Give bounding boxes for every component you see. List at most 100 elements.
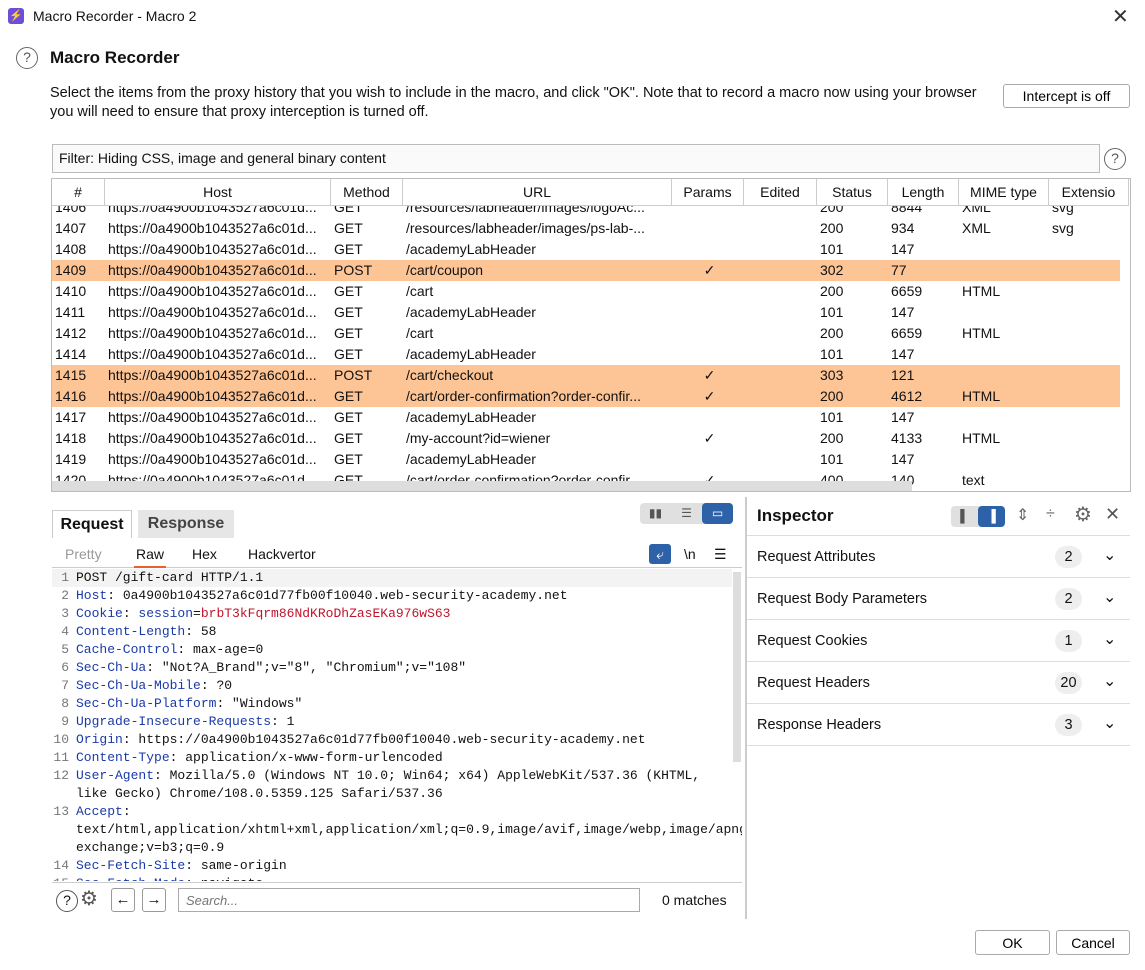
table-row[interactable]: 1414 https://0a4900b1043527a6c01d... GET/a… [52, 344, 1120, 365]
tab-response[interactable]: Response [138, 510, 234, 538]
expand-all-icon[interactable]: ⇕ [1016, 505, 1029, 525]
previous-match-button[interactable]: ← [111, 888, 135, 912]
single-pane-icon[interactable]: ▭ [702, 503, 733, 524]
column-header-number[interactable]: # [52, 179, 105, 206]
section-label: Request Cookies [757, 633, 868, 649]
page-title: Macro Recorder [50, 48, 180, 67]
header-name: Content-Length [76, 624, 186, 639]
proxy-history-table: # Host Method URL Params Edited Status Length MI… [51, 178, 1131, 492]
column-header-extension[interactable]: Extensio [1049, 179, 1129, 206]
cell-host: https://0a4900b1043527a6c01d... [108, 262, 317, 278]
horizontal-scrollbar[interactable] [52, 481, 912, 491]
menu-icon[interactable]: ☰ [714, 546, 727, 563]
inspector-section[interactable]: Request Cookies 1 ⌄ [747, 620, 1130, 662]
table-row[interactable]: 1411 https://0a4900b1043527a6c01d... GET/a… [52, 302, 1120, 323]
cell-number: 1412 [55, 325, 87, 341]
collapse-all-icon[interactable]: ÷ [1046, 505, 1055, 523]
cell-extension: svg [1052, 220, 1074, 236]
editor-scrollbar[interactable] [733, 572, 741, 762]
table-row[interactable]: 1417 https://0a4900b1043527a6c01d... GET/a… [52, 407, 1120, 428]
next-match-button[interactable]: → [142, 888, 166, 912]
layout-toggle: ▮▮ ☰ ▭ [640, 503, 733, 524]
dock-right-icon[interactable]: ▐ [978, 506, 1005, 527]
split-horizontal-icon[interactable]: ▮▮ [640, 503, 671, 524]
count-badge: 2 [1055, 546, 1082, 568]
column-header-host[interactable]: Host [105, 179, 331, 206]
cell-url: /academyLabHeader [406, 241, 536, 257]
cell-method: GET [334, 241, 363, 257]
cell-method: GET [334, 346, 363, 362]
header-name: Sec-Fetch-Site [76, 858, 186, 873]
line-number: 10 [53, 732, 69, 747]
table-row[interactable]: 1416 https://0a4900b1043527a6c01d... GET/c… [52, 386, 1120, 407]
count-badge: 1 [1055, 630, 1082, 652]
tab-hex[interactable]: Hex [192, 546, 217, 562]
column-header-length[interactable]: Length [888, 179, 959, 206]
tab-request[interactable]: Request [52, 510, 132, 538]
column-header-edited[interactable]: Edited [744, 179, 817, 206]
close-icon[interactable]: ✕ [1105, 504, 1120, 525]
header-value: "Windows" [232, 696, 303, 711]
chevron-down-icon[interactable]: ⌄ [1103, 545, 1116, 565]
cell-url: /academyLabHeader [406, 451, 536, 467]
chevron-down-icon[interactable]: ⌄ [1103, 587, 1116, 607]
editor-line: 5 Cache-Control: max-age=0 [52, 641, 732, 659]
column-header-method[interactable]: Method [331, 179, 403, 206]
show-newlines-button[interactable]: \n [684, 546, 696, 562]
editor-line: 6 Sec-Ch-Ua: "Not?A_Brand";v="8", "Chromi… [52, 659, 732, 677]
gear-icon[interactable]: ⚙ [1074, 502, 1092, 527]
cell-length: 6659 [891, 325, 923, 341]
column-header-mime-type[interactable]: MIME type [959, 179, 1049, 206]
chevron-down-icon[interactable]: ⌄ [1103, 629, 1116, 649]
table-row[interactable]: 1409 https://0a4900b1043527a6c01d... POST /… [52, 260, 1120, 281]
cell-method: GET [334, 451, 363, 467]
cell-method: GET [334, 325, 363, 341]
cell-host: https://0a4900b1043527a6c01d... [108, 220, 317, 236]
header-name: Cache-Control [76, 642, 178, 657]
inspector-section[interactable]: Request Headers 20 ⌄ [747, 662, 1130, 704]
cancel-button[interactable]: Cancel [1056, 930, 1130, 955]
help-icon[interactable]: ? [16, 47, 38, 69]
table-row[interactable]: 1418 https://0a4900b1043527a6c01d... GET/m… [52, 428, 1120, 449]
tab-raw[interactable]: Raw [134, 546, 167, 568]
dock-left-icon[interactable]: ▌ [951, 506, 978, 527]
cell-status: 302 [820, 262, 844, 278]
column-header-url[interactable]: URL [403, 179, 672, 206]
section-label: Request Attributes [757, 549, 876, 565]
table-row[interactable]: 1419 https://0a4900b1043527a6c01d... GET/a… [52, 449, 1120, 470]
chevron-down-icon[interactable]: ⌄ [1103, 713, 1116, 733]
table-row[interactable]: 1412 https://0a4900b1043527a6c01d... GET/c… [52, 323, 1120, 344]
inspector-section[interactable]: Request Attributes 2 ⌄ [747, 536, 1130, 578]
help-icon[interactable]: ? [1104, 148, 1126, 170]
inspector-section[interactable]: Response Headers 3 ⌄ [747, 704, 1130, 746]
search-input[interactable] [178, 888, 640, 912]
section-label: Request Body Parameters [757, 591, 928, 607]
cell-number: 1415 [55, 367, 87, 383]
cell-status: 101 [820, 304, 844, 320]
close-icon[interactable]: ✕ [1112, 4, 1129, 29]
chevron-down-icon[interactable]: ⌄ [1103, 671, 1116, 691]
help-icon[interactable]: ? [56, 890, 78, 912]
column-header-status[interactable]: Status [817, 179, 888, 206]
filter-bar[interactable]: Filter: Hiding CSS, image and general bi… [52, 144, 1100, 173]
wrap-lines-icon[interactable]: ⤶ [649, 544, 671, 564]
cell-url: /my-account?id=wiener [406, 430, 551, 446]
request-editor[interactable]: 1 POST /gift-card HTTP/1.1 2 Host: 0a4900b1… [52, 569, 742, 881]
intercept-toggle-button[interactable]: Intercept is off [1003, 84, 1130, 108]
header-name: Origin [76, 732, 123, 747]
cell-host: https://0a4900b1043527a6c01d... [108, 388, 317, 404]
table-row[interactable]: 1410 https://0a4900b1043527a6c01d... GET/c… [52, 281, 1120, 302]
cell-url: /cart/order-confirmation?order-confir... [406, 388, 641, 404]
line-number: 6 [61, 660, 69, 675]
table-row[interactable]: 1408 https://0a4900b1043527a6c01d... GET/a… [52, 239, 1120, 260]
tab-pretty[interactable]: Pretty [65, 546, 102, 562]
column-header-params[interactable]: Params [672, 179, 744, 206]
split-vertical-icon[interactable]: ☰ [671, 503, 702, 524]
table-row[interactable]: 1415 https://0a4900b1043527a6c01d... POST /… [52, 365, 1120, 386]
inspector-section[interactable]: Request Body Parameters 2 ⌄ [747, 578, 1130, 620]
line-number: 4 [61, 624, 69, 639]
ok-button[interactable]: OK [975, 930, 1050, 955]
table-row[interactable]: 1407 https://0a4900b1043527a6c01d... GET/r… [52, 218, 1120, 239]
gear-icon[interactable]: ⚙ [80, 886, 98, 911]
tab-hackvertor[interactable]: Hackvertor [248, 546, 316, 562]
